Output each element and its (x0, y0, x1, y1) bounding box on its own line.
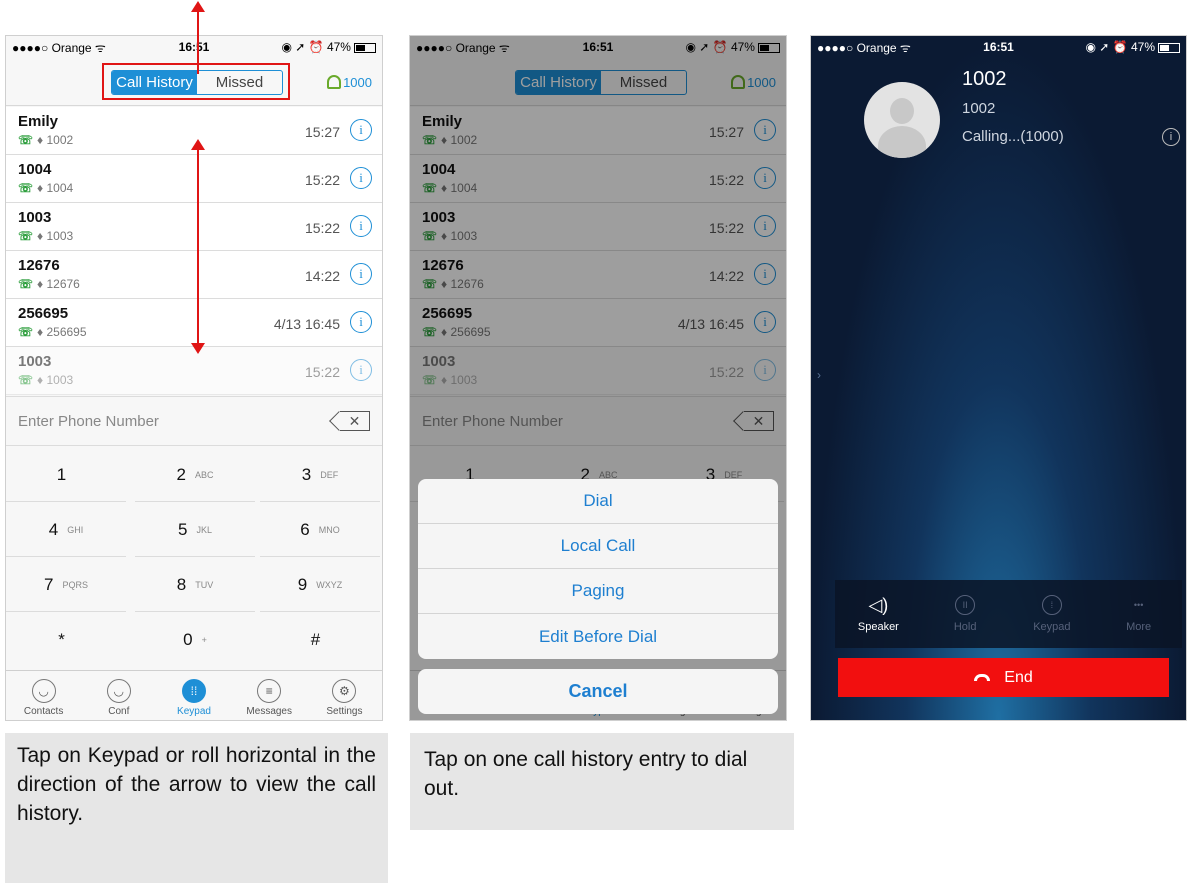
key-star[interactable]: * (6, 613, 126, 667)
conference-icon: ◡ (106, 679, 131, 703)
action-sheet: Dial Local Call Paging Edit Before Dial (418, 479, 778, 659)
keypad-button[interactable]: ⁞ Keypad (1009, 580, 1096, 648)
key-5[interactable]: 5 JKL (135, 503, 255, 557)
dial-keypad: 1 2 ABC 3 DEF 4 GHI 5 JKL 6 MNO 7 PQRS 8 TUV 9W… (6, 448, 382, 670)
pause-icon: II (955, 595, 976, 615)
highlight-box (102, 63, 290, 100)
account-button[interactable]: 1000 (327, 75, 372, 90)
info-icon[interactable]: i (1162, 128, 1180, 146)
swipe-arrow-head (191, 1, 205, 12)
tab-settings[interactable]: ⚙Settings (307, 671, 382, 720)
caption-keypad: Tap on Keypad or roll horizontal in the … (5, 733, 388, 883)
tab-messages[interactable]: ≡Messages (232, 671, 307, 720)
info-icon[interactable]: i (350, 215, 372, 237)
settings-icon: ⚙ (332, 679, 357, 703)
cancel-button[interactable]: Cancel (418, 669, 778, 714)
number-input[interactable]: Enter Phone Number ✕ (6, 396, 382, 446)
tab-conf[interactable]: ◡Conf (81, 671, 156, 720)
avatar (864, 82, 940, 158)
scroll-arrow-line (197, 150, 199, 344)
key-hash[interactable]: # (260, 613, 380, 667)
info-icon[interactable]: i (350, 119, 372, 141)
key-7[interactable]: 7 PQRS (6, 558, 126, 612)
callee-number: 1002 (962, 100, 996, 117)
edit-before-dial-option[interactable]: Edit Before Dial (418, 614, 778, 659)
call-controls: ◁) Speaker II Hold ⁞ Keypad ••• More (835, 580, 1182, 648)
history-header: Call History Missed 1000 (6, 58, 382, 106)
key-2[interactable]: 2 ABC (135, 448, 255, 502)
paging-option[interactable]: Paging (418, 569, 778, 614)
speaker-icon: ◁) (868, 594, 889, 615)
info-icon[interactable]: i (350, 311, 372, 333)
phone-icon: ☏ (18, 277, 34, 291)
status-right: ◉ ➚ ⏰ 47% (255, 40, 376, 54)
tab-bar: ◡Contacts ◡Conf ⁞⁞Keypad ≡Messages ⚙Sett… (6, 670, 382, 720)
phone-icon: ☏ (18, 325, 34, 339)
phone-calling-screen: ●●●●○ Orange ᯤ 16:51 ◉ ➚ ⏰ 47% 1002 1002… (810, 35, 1187, 721)
key-8[interactable]: 8 TUV (135, 558, 255, 612)
key-4[interactable]: 4 GHI (6, 503, 126, 557)
key-1[interactable]: 1 (6, 448, 126, 502)
key-6[interactable]: 6 MNO (260, 503, 380, 557)
call-status: Calling...(1000) (962, 128, 1064, 145)
hold-button[interactable]: II Hold (922, 580, 1009, 648)
caption-dial: Tap on one call history entry to dial ou… (410, 733, 794, 830)
battery-icon (1158, 42, 1180, 53)
status-bar: ●●●●○ Orange ᯤ 16:51 ◉ ➚ ⏰ 47% (811, 36, 1186, 58)
phone-icon: ☏ (18, 133, 34, 147)
local-call-option[interactable]: Local Call (418, 524, 778, 569)
list-item[interactable]: 1003 ☏ ♦ 1003 15:22 i (6, 347, 382, 395)
info-icon[interactable]: i (350, 359, 372, 381)
dial-option[interactable]: Dial (418, 479, 778, 524)
key-0[interactable]: 0 + (135, 613, 255, 667)
phone-dial-options: ●●●●○ Orange ᯤ 16:51 ◉ ➚ ⏰ 47% Call Hist… (409, 35, 787, 721)
carrier: ●●●●○ Orange ᯤ (12, 40, 106, 55)
status-bar: ●●●●○ Orange ᯤ 16:51 ◉ ➚ ⏰ 47% (6, 36, 382, 58)
speaker-button[interactable]: ◁) Speaker (835, 580, 922, 648)
list-item[interactable]: 12676 ☏ ♦ 12676 14:22 i (6, 251, 382, 299)
key-3[interactable]: 3 DEF (260, 448, 380, 502)
number-placeholder: Enter Phone Number (18, 413, 159, 430)
callee-name: 1002 (962, 68, 1007, 90)
info-icon[interactable]: i (350, 263, 372, 285)
phone-icon: ☏ (18, 373, 34, 387)
phone-call-history: ●●●●○ Orange ᯤ 16:51 ◉ ➚ ⏰ 47% Call Hist… (5, 35, 383, 721)
key-9[interactable]: 9 WXYZ (260, 558, 380, 612)
chevron-right-icon[interactable]: › (817, 368, 821, 382)
battery-icon (353, 42, 376, 53)
messages-icon: ≡ (257, 679, 282, 703)
phone-icon: ☏ (18, 229, 34, 243)
scroll-arrow-up (191, 139, 205, 150)
tab-keypad[interactable]: ⁞⁞Keypad (156, 671, 231, 720)
scroll-arrow-down (191, 343, 205, 354)
tab-contacts[interactable]: ◡Contacts (6, 671, 81, 720)
hang-up-icon (974, 674, 991, 681)
end-call-button[interactable]: End (838, 658, 1169, 697)
account-icon (327, 75, 342, 89)
contacts-icon: ◡ (31, 679, 56, 703)
backspace-icon[interactable]: ✕ (340, 411, 370, 431)
keypad-icon: ⁞⁞ (182, 679, 206, 703)
more-button[interactable]: ••• More (1095, 580, 1182, 648)
list-item[interactable]: 1003 ☏ ♦ 1003 15:22 i (6, 203, 382, 251)
keypad-icon: ⁞ (1041, 595, 1062, 615)
clock: 16:51 (178, 40, 210, 54)
info-icon[interactable]: i (350, 167, 372, 189)
more-icon: ••• (1133, 600, 1144, 610)
swipe-arrow-line (197, 12, 199, 74)
list-item[interactable]: 1004 ☏ ♦ 1004 15:22 i (6, 155, 382, 203)
phone-icon: ☏ (18, 181, 34, 195)
list-item[interactable]: 256695 ☏ ♦ 256695 4/13 16:45 i (6, 299, 382, 347)
